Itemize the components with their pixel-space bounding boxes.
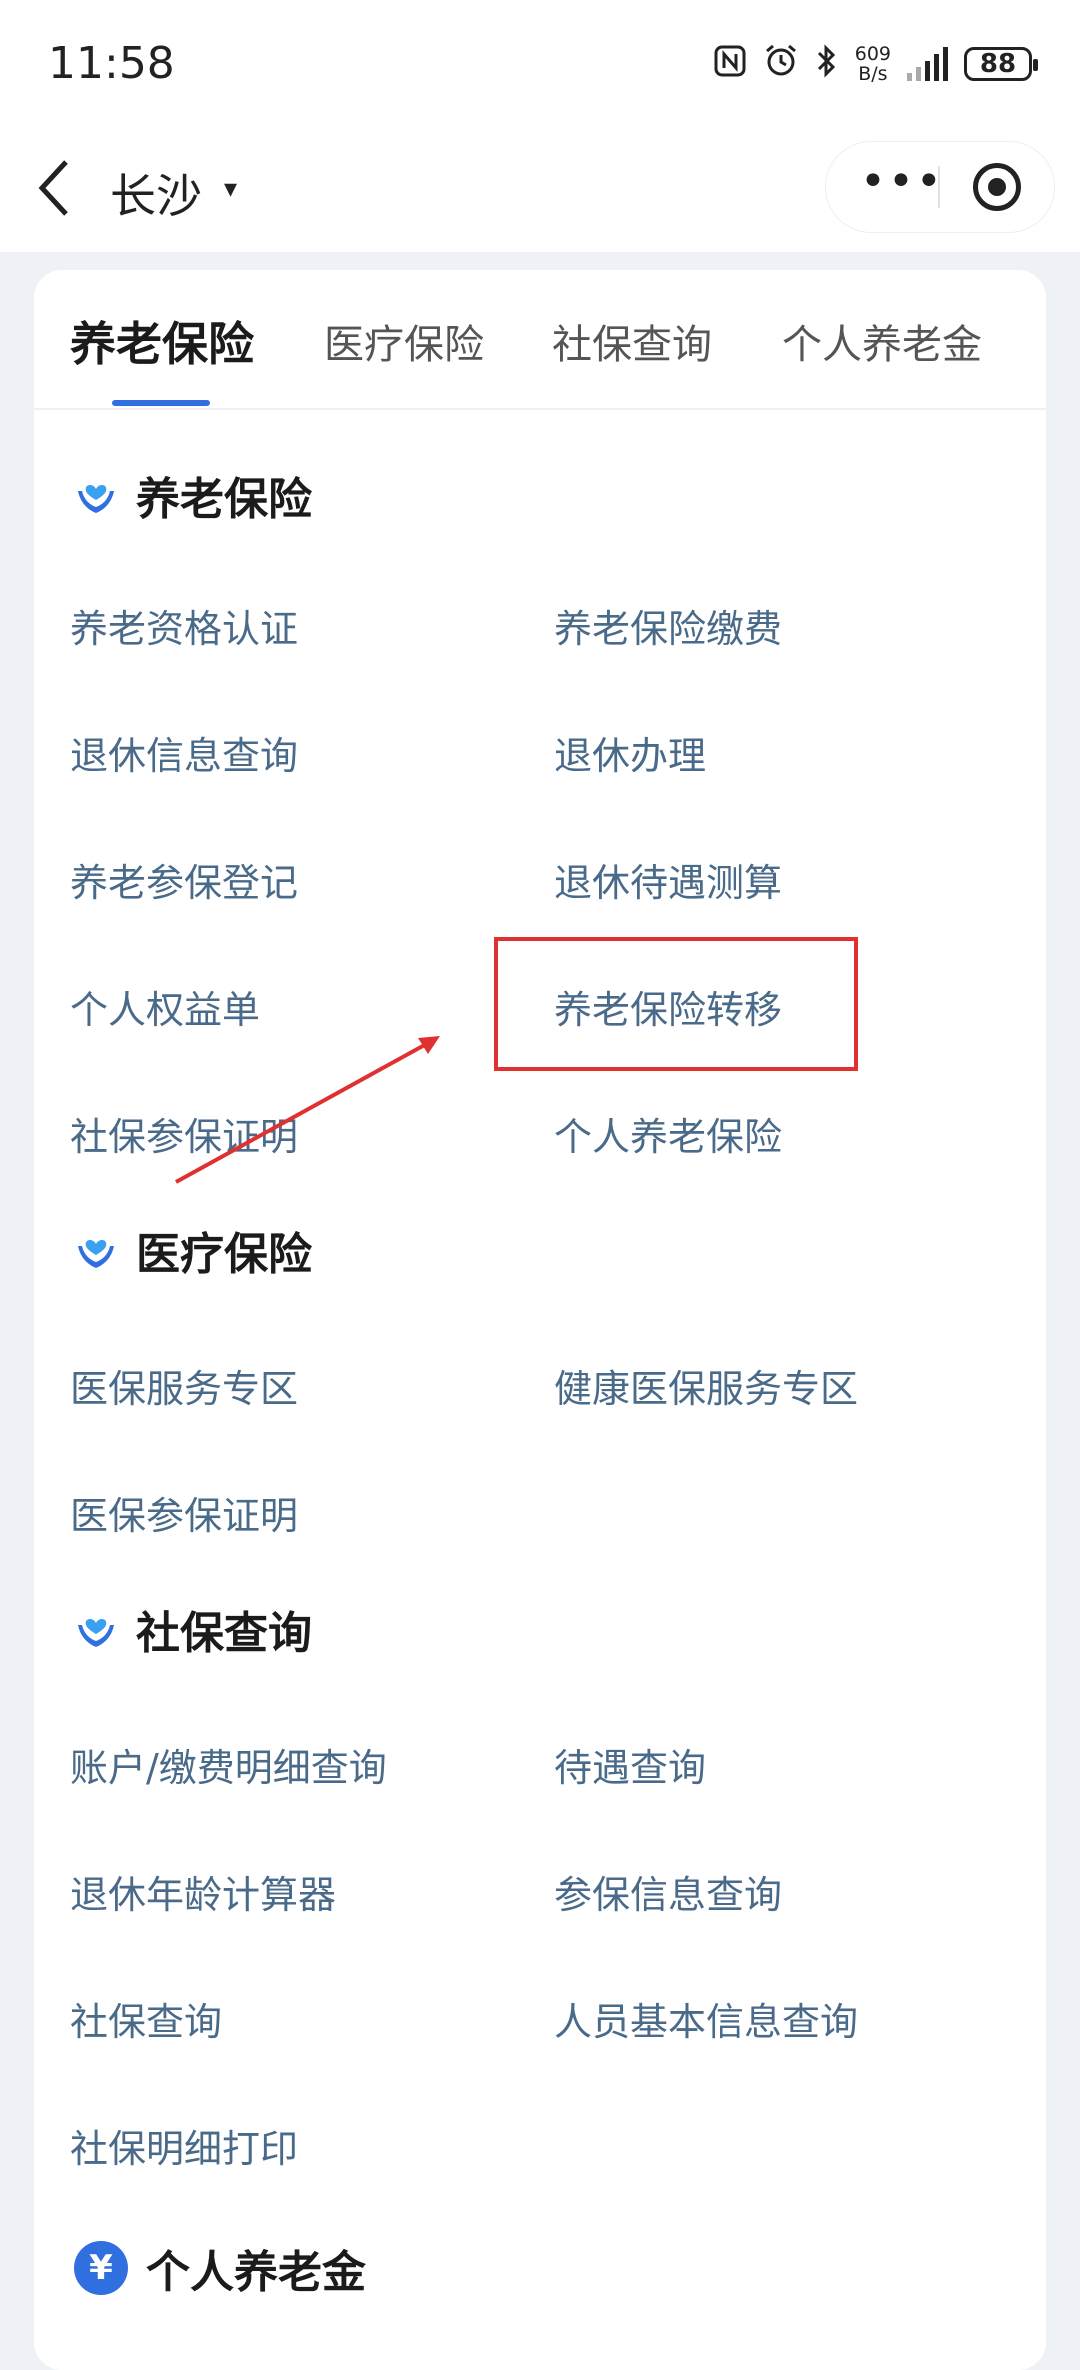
status-time: 11:58 — [48, 38, 175, 89]
service-item[interactable]: 退休信息查询 — [70, 725, 298, 780]
service-item[interactable]: 人员基本信息查询 — [554, 1991, 858, 2046]
service-item[interactable]: 账户/缴费明细查询 — [70, 1737, 387, 1792]
section-header-personal-pension: ¥ 个人养老金 — [74, 2238, 366, 2298]
active-tab-indicator — [112, 400, 210, 406]
service-item[interactable]: 待遇查询 — [554, 1737, 706, 1792]
back-button[interactable] — [34, 156, 74, 230]
service-item[interactable]: 养老保险缴费 — [554, 598, 782, 653]
more-icon[interactable]: ••• — [860, 160, 944, 204]
tab-medical-insurance[interactable]: 医疗保险 — [324, 312, 484, 370]
nfc-icon — [713, 44, 747, 85]
section-header-social-query: 社保查询 — [74, 1599, 312, 1659]
status-icons: 609 B/s 88 — [713, 38, 1038, 90]
yuan-coin-icon: ¥ — [74, 2241, 128, 2295]
close-target-icon[interactable] — [973, 163, 1021, 211]
section-title: 个人养老金 — [146, 2247, 366, 2298]
alarm-icon — [763, 43, 799, 86]
service-item[interactable]: 社保明细打印 — [70, 2118, 298, 2173]
net-speed-unit: B/s — [858, 63, 888, 85]
service-item[interactable]: 医保参保证明 — [70, 1485, 298, 1540]
hands-heart-icon — [78, 1240, 114, 1268]
category-tabs: 养老保险 医疗保险 社保查询 个人养老金 — [34, 270, 1046, 410]
service-item[interactable]: 社保参保证明 — [70, 1106, 298, 1161]
service-item[interactable]: 个人权益单 — [70, 979, 260, 1034]
hands-heart-icon — [78, 1619, 114, 1647]
section-title: 社保查询 — [136, 1608, 312, 1659]
signal-icon — [907, 47, 948, 81]
battery-level: 88 — [979, 49, 1017, 79]
service-item[interactable]: 健康医保服务专区 — [554, 1358, 858, 1413]
service-item[interactable]: 养老资格认证 — [70, 598, 298, 653]
status-bar: 11:58 609 B/s 88 — [0, 0, 1080, 130]
service-item[interactable]: 养老参保登记 — [70, 852, 298, 907]
service-item[interactable]: 医保服务专区 — [70, 1358, 298, 1413]
capsule-divider — [938, 166, 940, 208]
battery-icon: 88 — [964, 47, 1038, 81]
service-item[interactable]: 退休待遇测算 — [554, 852, 782, 907]
hands-heart-icon — [78, 485, 114, 513]
section-header-pension: 养老保险 — [74, 465, 312, 525]
tab-social-security-query[interactable]: 社保查询 — [552, 312, 712, 370]
service-item[interactable]: 退休办理 — [554, 725, 706, 780]
chevron-left-icon — [38, 160, 68, 216]
service-item[interactable]: 参保信息查询 — [554, 1864, 782, 1919]
section-title: 医疗保险 — [136, 1229, 312, 1280]
bluetooth-icon — [815, 43, 839, 86]
service-item[interactable]: 退休年龄计算器 — [70, 1864, 336, 1919]
chevron-down-icon[interactable]: ▾ — [224, 174, 237, 204]
service-item[interactable]: 个人养老保险 — [554, 1106, 782, 1161]
net-speed-value: 609 — [854, 43, 891, 65]
section-header-medical: 医疗保险 — [74, 1220, 312, 1280]
tab-pension-insurance[interactable]: 养老保险 — [70, 308, 254, 374]
net-speed: 609 B/s — [855, 44, 891, 84]
highlight-box — [494, 937, 858, 1071]
nav-bar: 长沙 ▾ ••• — [0, 130, 1080, 252]
mini-program-capsule: ••• — [826, 142, 1054, 232]
section-title: 养老保险 — [136, 474, 312, 525]
service-card: 养老保险 医疗保险 社保查询 个人养老金 养老保险 养老资格认证 养老保险缴费 … — [34, 270, 1046, 2370]
service-item[interactable]: 社保查询 — [70, 1991, 222, 2046]
tab-personal-pension[interactable]: 个人养老金 — [782, 312, 982, 370]
city-selector[interactable]: 长沙 — [110, 160, 202, 226]
